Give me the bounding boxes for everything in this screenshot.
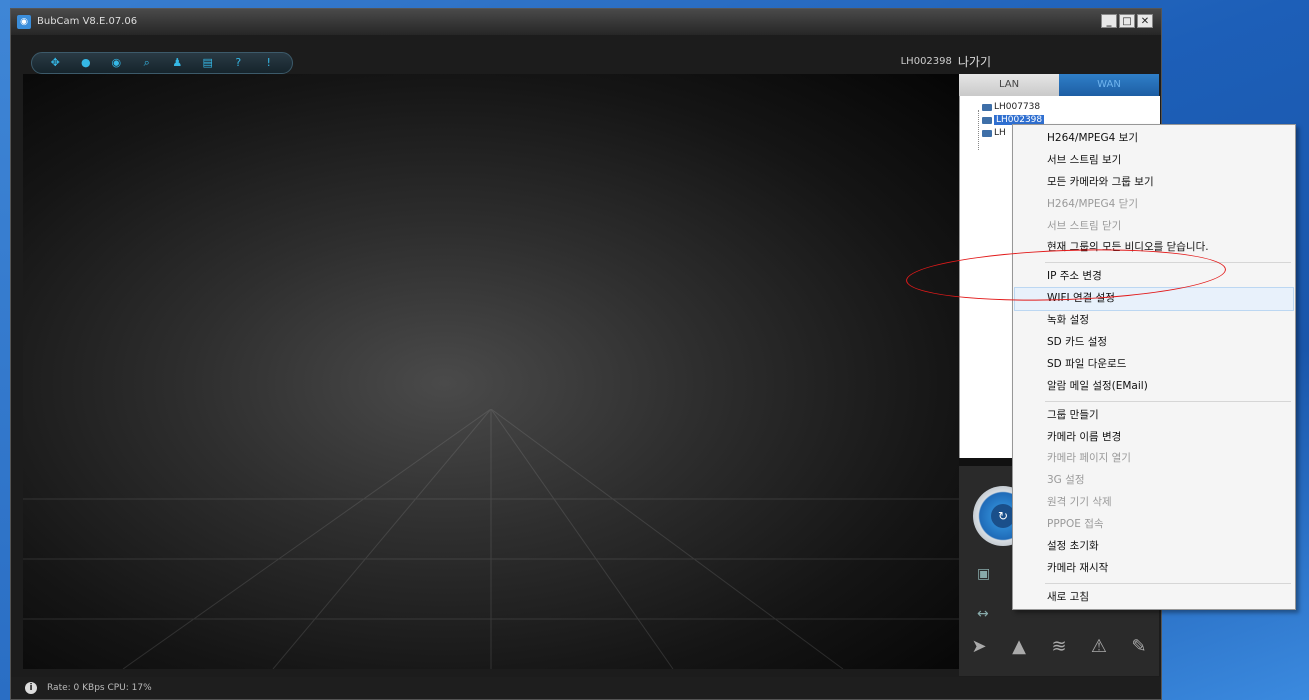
app-logo-icon: ◉ (17, 15, 31, 29)
wifi-icon[interactable]: ≋ (1044, 636, 1074, 657)
wrench-icon[interactable]: ✎ (1124, 636, 1154, 657)
camera-icon[interactable]: ● (78, 56, 94, 70)
maximize-icon: □ (1122, 16, 1132, 27)
tab-wan[interactable]: WAN (1059, 74, 1159, 96)
record-icon[interactable]: ◉ (108, 56, 124, 70)
menu-item-wifi-settings[interactable]: WIFI 연결 설정 (1014, 287, 1294, 312)
info-icon[interactable]: ! (261, 56, 277, 70)
close-button[interactable]: ✕ (1137, 14, 1153, 28)
tab-lan[interactable]: LAN (959, 74, 1059, 96)
menu-item-close-substream[interactable]: 서브 스트림 닫기 (1015, 216, 1293, 238)
menu-item-create-group[interactable]: 그룹 만들기 (1015, 405, 1293, 427)
menu-item-reset-settings[interactable]: 설정 초기화 (1015, 536, 1293, 558)
menu-item-sd-card-settings[interactable]: SD 카드 설정 (1015, 332, 1293, 354)
logout-button[interactable]: 나가기 (958, 53, 991, 70)
menu-item-view-h264[interactable]: H264/MPEG4 보기 (1015, 128, 1293, 150)
user-info: LH002398 나가기 (901, 53, 991, 70)
desktop-background (0, 0, 10, 700)
status-bar: i Rate: 0 KBps CPU: 17% (11, 677, 1161, 699)
menu-item-close-group-videos[interactable]: 현재 그룹의 모든 비디오를 닫습니다. (1015, 237, 1293, 259)
title-bar[interactable]: ◉ BubCam V8.E.07.06 _ □ ✕ (11, 9, 1161, 35)
tree-line (978, 110, 979, 150)
device-item[interactable]: LH007738 (982, 102, 1040, 112)
menu-item-view-all-cameras[interactable]: 모든 카메라와 그룹 보기 (1015, 172, 1293, 194)
close-icon: ✕ (1140, 16, 1150, 27)
alarm-icon[interactable]: ⚠ (1084, 636, 1114, 657)
camera-device-icon (982, 116, 992, 124)
search-icon[interactable]: ⌕ (139, 56, 155, 70)
menu-item-alarm-email[interactable]: 알람 메일 설정(EMail) (1015, 376, 1293, 398)
menu-item-open-camera-page[interactable]: 카메라 페이지 열기 (1015, 448, 1293, 470)
user-icon[interactable]: ♟ (169, 56, 185, 70)
menu-item-refresh[interactable]: 새로 고침 (1015, 587, 1293, 609)
floor-grid (23, 409, 959, 669)
context-menu: H264/MPEG4 보기 서브 스트림 보기 모든 카메라와 그룹 보기 H2… (1012, 124, 1296, 610)
arrow-right-icon[interactable]: ➤ (964, 636, 994, 657)
device-name: LH (994, 128, 1006, 138)
menu-item-record-settings[interactable]: 녹화 설정 (1015, 310, 1293, 332)
camera-device-icon (982, 129, 992, 137)
layout-icon[interactable]: ✥ (47, 56, 63, 70)
menu-item-pppoe[interactable]: PPPOE 접속 (1015, 514, 1293, 536)
menu-separator (1045, 582, 1291, 584)
menu-item-close-h264[interactable]: H264/MPEG4 닫기 (1015, 194, 1293, 216)
menu-item-restart-camera[interactable]: 카메라 재시작 (1015, 558, 1293, 580)
main-toolbar: ✥ ● ◉ ⌕ ♟ ▤ ? ! (31, 52, 293, 74)
minimize-button[interactable]: _ (1101, 14, 1117, 28)
device-item[interactable]: LH (982, 128, 1006, 138)
help-icon[interactable]: ? (230, 56, 246, 70)
minimize-icon: _ (1106, 16, 1112, 27)
snapshot-icon[interactable]: ▣ (977, 566, 990, 582)
info-status-icon: i (25, 682, 37, 694)
app-window: ◉ BubCam V8.E.07.06 _ □ ✕ ✥ ● ◉ ⌕ ♟ ▤ ? … (10, 8, 1162, 700)
status-text: Rate: 0 KBps CPU: 17% (47, 683, 152, 693)
menu-separator (1045, 262, 1291, 264)
window-title: BubCam V8.E.07.06 (37, 16, 138, 27)
menu-item-rename-camera[interactable]: 카메라 이름 변경 (1015, 427, 1293, 449)
menu-separator (1045, 400, 1291, 402)
menu-item-delete-remote[interactable]: 원격 기기 삭제 (1015, 492, 1293, 514)
pan-icon[interactable]: ▲ (1004, 636, 1034, 657)
camera-device-icon (982, 103, 992, 111)
menu-item-change-ip[interactable]: IP 주소 변경 (1015, 266, 1293, 288)
flip-icon[interactable]: ↔ (977, 606, 989, 622)
menu-item-3g-settings[interactable]: 3G 설정 (1015, 470, 1293, 492)
save-icon[interactable]: ▤ (200, 56, 216, 70)
device-name: LH007738 (994, 102, 1041, 112)
menu-item-sd-download[interactable]: SD 파일 다운로드 (1015, 354, 1293, 376)
user-id: LH002398 (900, 56, 952, 67)
maximize-button[interactable]: □ (1119, 14, 1135, 28)
video-view[interactable] (23, 74, 959, 669)
menu-item-view-substream[interactable]: 서브 스트림 보기 (1015, 150, 1293, 172)
